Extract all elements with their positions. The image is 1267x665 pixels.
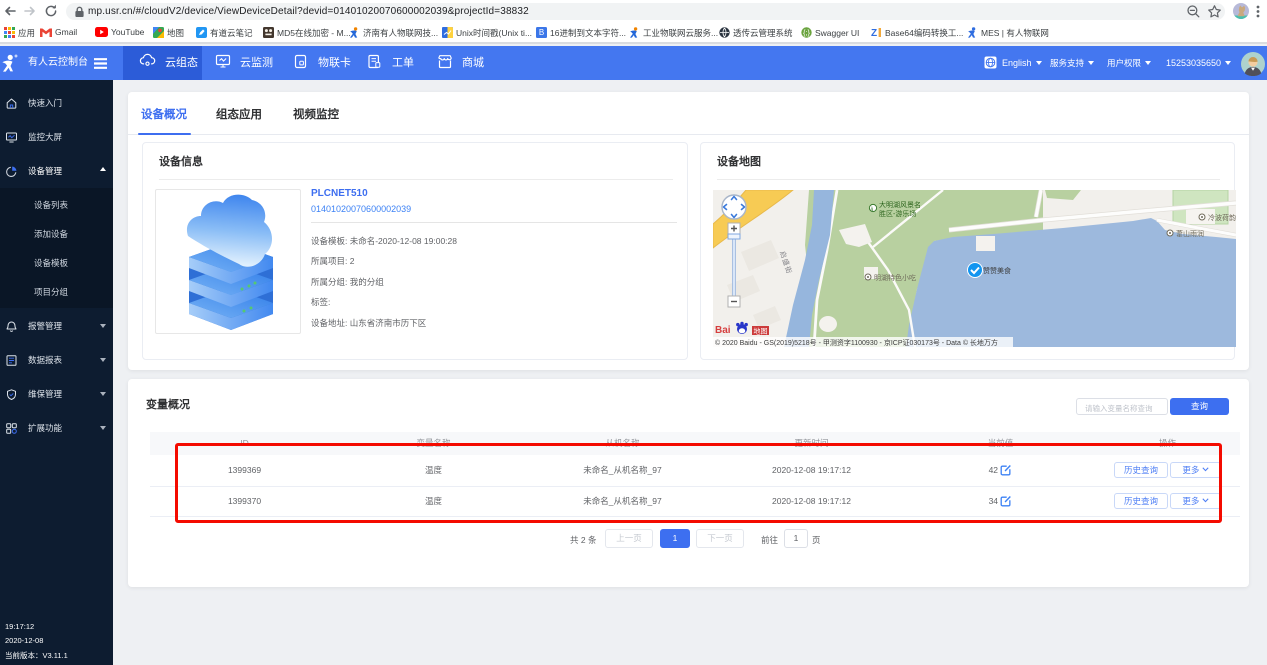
svg-text:葦山雨润: 葦山雨润: [1176, 229, 1204, 238]
svg-text:地图: 地图: [754, 327, 768, 336]
svg-text:明湖特色小吃: 明湖特色小吃: [874, 273, 916, 282]
svg-text:Z: Z: [871, 28, 877, 38]
svg-text:© 2020 Baidu - GS(2019)5218号 -: © 2020 Baidu - GS(2019)5218号 - 甲测资字11009…: [715, 338, 998, 347]
svg-text:大明湖风景名: 大明湖风景名: [879, 200, 921, 209]
svg-text:Bai: Bai: [715, 325, 731, 336]
svg-text:å: å: [871, 206, 874, 213]
svg-text:{;}: {;}: [803, 28, 811, 37]
svg-text:冷波荷韵: 冷波荷韵: [1208, 213, 1236, 222]
svg-text:赞赞美食: 赞赞美食: [983, 266, 1011, 275]
svg-text:B: B: [539, 28, 544, 37]
svg-text:胜区-游乐场: 胜区-游乐场: [879, 209, 916, 218]
